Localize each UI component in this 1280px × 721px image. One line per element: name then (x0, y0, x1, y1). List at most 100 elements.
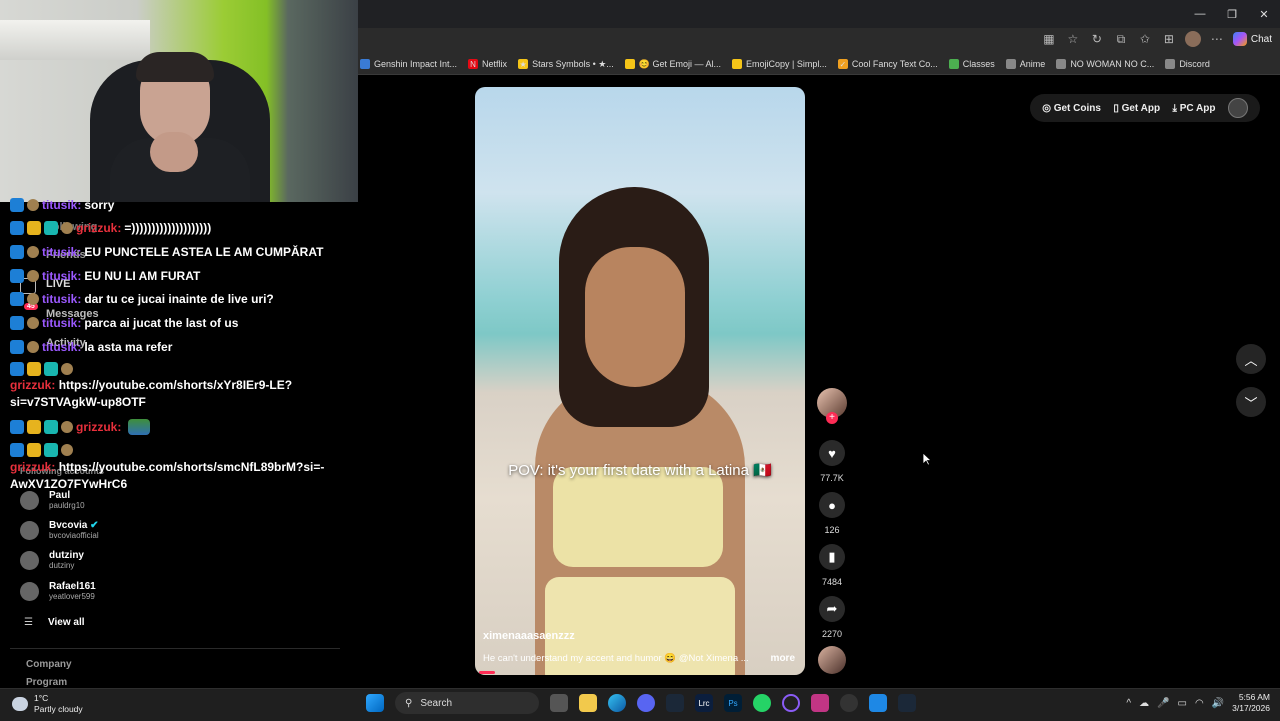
user-avatar[interactable] (1227, 98, 1248, 118)
bookmark-item[interactable]: Anime (1004, 59, 1055, 69)
chat-message: titusik: la asta ma refer (10, 340, 172, 354)
chat-username: grizzuk: (76, 420, 122, 434)
footer-program[interactable]: Program (26, 677, 67, 688)
like-count: 77.7K (820, 473, 844, 483)
lightroom-icon[interactable]: Lrc (695, 694, 713, 712)
chat-badge-icon (27, 443, 41, 457)
bookmark-icon (624, 59, 635, 69)
profile-avatar[interactable] (1184, 31, 1201, 47)
copilot-chat-button[interactable]: Chat (1232, 32, 1272, 46)
like-action[interactable]: ♥ 77.7K (818, 440, 846, 483)
chat-text: la asta ma refer (84, 340, 173, 354)
wifi-icon[interactable]: ◠ (1195, 698, 1204, 709)
share-icon[interactable]: ➦ (819, 596, 845, 622)
weather-temp: 1°C (34, 693, 49, 703)
bookmark-icon (360, 59, 370, 69)
search-icon: ⚲ (405, 697, 413, 709)
maximize-icon[interactable]: ❐ (1216, 0, 1248, 28)
next-video-button[interactable]: ﹀ (1236, 387, 1266, 417)
comment-action[interactable]: ● 126 (818, 492, 846, 535)
chat-label: Chat (1250, 33, 1272, 45)
app-icon-2[interactable] (869, 694, 887, 712)
save-action[interactable]: ▮ 7484 (818, 544, 846, 587)
more-button[interactable]: more (771, 653, 795, 664)
chat-badge-icon (27, 317, 39, 329)
whatsapp-icon[interactable] (753, 694, 771, 712)
clock-time: 5:56 AM (1238, 692, 1270, 702)
bookmark-item[interactable]: Classes (947, 59, 1004, 69)
apps-icon[interactable]: ▦ (1041, 31, 1057, 47)
chevron-up-icon[interactable]: ^ (1126, 698, 1131, 709)
bookmark-item[interactable]: N Netflix (466, 59, 516, 69)
onedrive-icon[interactable]: ☁ (1139, 698, 1149, 709)
chat-badge-icon (27, 362, 41, 376)
chat-text: sorry (84, 198, 115, 212)
video-player[interactable]: POV: it's your first date with a Latina … (475, 87, 805, 675)
steam-icon-2[interactable] (898, 694, 916, 712)
copilot-icon (1232, 32, 1247, 46)
bookmark-label: 😊 Get Emoji — Al... (638, 58, 722, 69)
bookmark-icon (1165, 59, 1176, 69)
close-icon[interactable]: ✕ (1248, 0, 1280, 28)
music-disc-avatar[interactable] (818, 646, 846, 674)
list-icon: ☰ (24, 617, 33, 628)
discord-icon[interactable] (637, 694, 655, 712)
bookmark-item[interactable]: Discord (1163, 59, 1219, 69)
photoshop-icon[interactable]: Ps (724, 694, 742, 712)
taskbar-search[interactable]: ⚲ Search (395, 692, 539, 714)
following-account[interactable]: Bvcovia ✔ bvcoviaofficial (20, 520, 99, 541)
share-action[interactable]: ➦ 2270 (818, 596, 846, 639)
chat-username: grizzuk: (76, 221, 122, 235)
refresh-icon[interactable]: ↻ (1089, 31, 1105, 47)
bookmark-label: EmojiCopy | Simpl... (746, 59, 827, 69)
clock[interactable]: 5:56 AM 3/17/2026 (1232, 692, 1270, 714)
steam-icon[interactable] (666, 694, 684, 712)
heart-icon[interactable]: ♥ (819, 440, 845, 466)
collections-icon[interactable]: ⊞ (1161, 31, 1177, 47)
bookmark-star-icon[interactable]: ☆ (1065, 31, 1081, 47)
instagram-icon[interactable] (811, 694, 829, 712)
obs-icon[interactable] (782, 694, 800, 712)
chat-badge-icon (44, 221, 58, 235)
display-icon[interactable]: ▭ (1178, 698, 1187, 709)
video-progress[interactable] (479, 671, 495, 674)
edge-icon[interactable] (608, 694, 626, 712)
task-view-icon[interactable] (550, 694, 568, 712)
bookmark-item[interactable]: ★ Stars Symbols • ★... (516, 59, 623, 70)
chat-badge-icon (44, 443, 58, 457)
following-account[interactable]: dutziny dutziny (20, 550, 84, 571)
video-caption: POV: it's your first date with a Latina … (508, 462, 772, 479)
account-name: Rafael161 (49, 581, 96, 592)
bookmark-icon[interactable]: ▮ (819, 544, 845, 570)
extensions-icon[interactable]: ⧉ (1113, 31, 1129, 47)
comment-icon[interactable]: ● (819, 492, 845, 518)
bookmark-item[interactable]: EmojiCopy | Simpl... (730, 59, 836, 69)
file-explorer-icon[interactable] (579, 694, 597, 712)
get-app-button[interactable]: ▯ Get App (1113, 103, 1160, 114)
weather-widget[interactable]: 1°C Partly cloudy (12, 693, 83, 715)
following-account[interactable]: Paul pauldrg10 (20, 490, 85, 511)
webcam-person-hair (136, 52, 214, 82)
microphone-icon[interactable]: 🎤 (1157, 698, 1169, 709)
bookmark-item[interactable]: 😊 Get Emoji — Al... (623, 59, 730, 70)
pc-app-button[interactable]: ⤓ PC App (1172, 103, 1215, 114)
footer-company[interactable]: Company (26, 659, 72, 670)
windows-start-icon[interactable] (366, 694, 384, 712)
video-username[interactable]: ximenaaasaenzzz (483, 630, 575, 642)
bookmark-label: Classes (962, 59, 995, 69)
volume-icon[interactable]: 🔊 (1212, 698, 1224, 709)
favorites-icon[interactable]: ✩ (1137, 31, 1153, 47)
weather-text: Partly cloudy (34, 704, 83, 714)
follow-plus-icon[interactable]: + (826, 412, 838, 424)
more-menu-icon[interactable]: ⋯ (1209, 31, 1225, 47)
bookmark-item[interactable]: NO WOMAN NO C... (1054, 59, 1163, 69)
following-account[interactable]: Rafael161 yeatlover599 (20, 581, 96, 602)
bookmark-item[interactable]: Genshin Impact Int... (358, 59, 466, 69)
bookmark-item[interactable]: ✓ Cool Fancy Text Co... (836, 59, 947, 69)
previous-video-button[interactable]: ︿ (1236, 344, 1266, 374)
get-coins-button[interactable]: ◎ Get Coins (1042, 103, 1101, 114)
app-icon[interactable] (840, 694, 858, 712)
chevron-up-icon: ︿ (1244, 352, 1258, 368)
view-all-link[interactable]: View all (48, 617, 85, 628)
minimize-icon[interactable]: — (1184, 0, 1216, 28)
